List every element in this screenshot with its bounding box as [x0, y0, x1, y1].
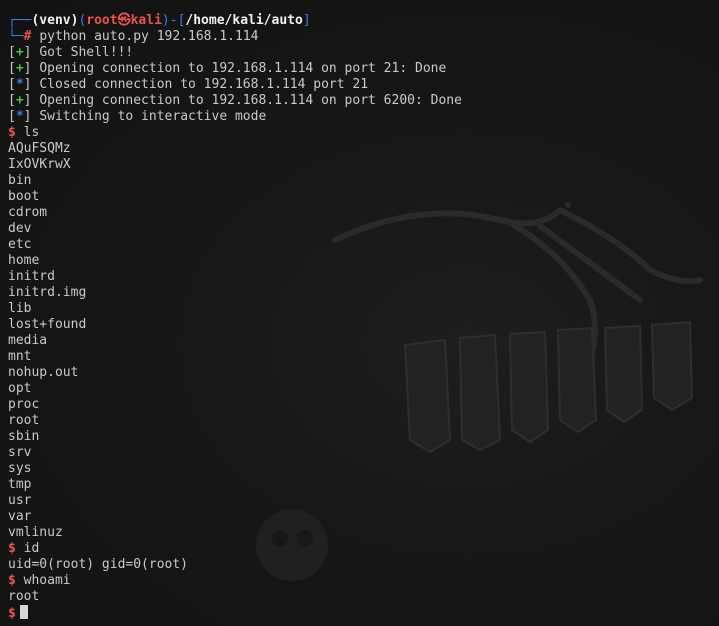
shell-dollar-prompt: $: [8, 573, 16, 588]
shell-dollar-prompt: $: [8, 541, 16, 556]
ls-output-item: etc: [8, 237, 32, 252]
command-line: └─# python auto.py 192.168.1.114: [8, 29, 713, 45]
ls-output-item: proc: [8, 397, 40, 412]
ls-output-item: lost+found: [8, 317, 87, 332]
log-text: Got Shell!!!: [39, 45, 134, 60]
log-line: [*] Closed connection to 192.168.1.114 p…: [8, 77, 369, 92]
shell-command-text: whoami: [23, 573, 71, 588]
log-text: Closed connection to 192.168.1.114 port …: [39, 77, 369, 92]
ls-output-item: dev: [8, 221, 32, 236]
prompt-dash: -[: [169, 13, 186, 28]
log-symbol: +: [15, 45, 24, 60]
shell-command-line: $ whoami: [8, 573, 713, 589]
ls-output-item: cdrom: [8, 205, 48, 220]
prompt-paren-close: ): [161, 13, 170, 28]
shell-command-text: id: [23, 541, 40, 556]
log-line: [*] Switching to interactive mode: [8, 109, 267, 124]
prompt-host: kali: [130, 13, 162, 28]
log-symbol: *: [15, 109, 24, 124]
ls-output-item: bin: [8, 173, 32, 188]
ls-output-item: initrd.img: [8, 285, 87, 300]
log-text: Opening connection to 192.168.1.114 on p…: [39, 61, 447, 76]
ls-output-item: usr: [8, 493, 32, 508]
ls-output-item: lib: [8, 301, 32, 316]
ls-output-item: AQuFSQMz: [8, 141, 71, 156]
active-input-line[interactable]: $: [8, 605, 713, 621]
ls-output-item: sbin: [8, 429, 40, 444]
ls-output-item: IxOVKrwX: [8, 157, 71, 172]
shell-dollar-prompt: $: [8, 125, 16, 140]
command-text: python auto.py 192.168.1.114: [39, 29, 259, 44]
ls-output-item: home: [8, 253, 40, 268]
ls-output-item: initrd: [8, 269, 55, 284]
shell-command-line: $ id: [8, 541, 713, 557]
log-symbol: +: [15, 61, 24, 76]
prompt-user: root: [86, 13, 118, 28]
ls-output-item: sys: [8, 461, 32, 476]
ls-output-item: opt: [8, 381, 32, 396]
ls-output-item: srv: [8, 445, 32, 460]
log-line: [+] Opening connection to 192.168.1.114 …: [8, 93, 462, 108]
prompt-corner-top: ┌──: [8, 13, 32, 28]
text-cursor[interactable]: [19, 605, 28, 619]
prompt-bracket-close: ]: [302, 13, 311, 28]
ls-output-item: boot: [8, 189, 40, 204]
shell-command-line: $ ls: [8, 125, 713, 141]
ls-output-item: nohup.out: [8, 365, 79, 380]
log-line: [+] Opening connection to 192.168.1.114 …: [8, 61, 447, 76]
ls-output-item: vmlinuz: [8, 525, 63, 540]
terminal-window[interactable]: ┌──(venv)(root㉿kali)-[/home/kali/auto] └…: [0, 0, 719, 626]
ls-output-item: mnt: [8, 349, 32, 364]
root-hash-symbol: #: [23, 29, 32, 44]
terminal-output: ┌──(venv)(root㉿kali)-[/home/kali/auto] └…: [8, 13, 713, 621]
ls-output-item: root: [8, 413, 40, 428]
shell-dollar-prompt: $: [8, 606, 16, 621]
id-output: uid=0(root) gid=0(root): [8, 557, 189, 572]
prompt-at-symbol: ㉿: [117, 13, 131, 28]
log-symbol: +: [15, 93, 24, 108]
log-line: [+] Got Shell!!!: [8, 45, 134, 60]
venv-indicator: (venv): [31, 13, 79, 28]
ls-output-item: tmp: [8, 477, 32, 492]
ls-output-item: var: [8, 509, 32, 524]
log-symbol: *: [15, 77, 24, 92]
whoami-output: root: [8, 589, 40, 604]
prompt-path: /home/kali/auto: [185, 13, 303, 28]
log-text: Opening connection to 192.168.1.114 on p…: [39, 93, 462, 108]
log-text: Switching to interactive mode: [39, 109, 267, 124]
shell-command-text: ls: [23, 125, 40, 140]
ls-output-item: media: [8, 333, 48, 348]
prompt-line: ┌──(venv)(root㉿kali)-[/home/kali/auto]: [8, 13, 713, 29]
prompt-corner-bottom: └─: [8, 29, 24, 44]
